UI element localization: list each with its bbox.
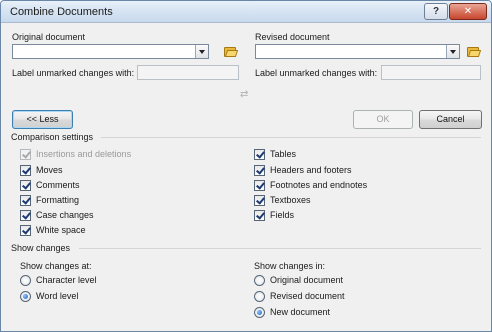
checkbox-box[interactable] [20,195,31,206]
checkbox-label: Insertions and deletions [36,149,132,159]
close-button[interactable]: ✕ [449,3,487,20]
folder-open-icon[interactable] [466,45,482,58]
radio-label: Original document [270,275,344,285]
checkbox-label: Moves [36,165,63,175]
show-changes-at-label: Show changes at: [20,261,92,271]
checkbox-label: Headers and footers [270,165,352,175]
revised-document-combo[interactable] [255,44,460,59]
revised-document-label: Revised document [255,32,330,42]
radio-button[interactable] [20,275,31,286]
chevron-down-icon[interactable] [446,45,459,58]
checkbox-box[interactable] [254,195,265,206]
checkbox-box[interactable] [254,165,265,176]
checkbox-box[interactable] [20,210,31,221]
radio-label: Character level [36,275,97,285]
combine-documents-dialog: Combine Documents ? ✕ Original document … [0,0,492,332]
show-changes-title: Show changes [11,243,71,253]
radio-button[interactable] [254,275,265,286]
radio-label: Word level [36,291,79,301]
cancel-button[interactable]: Cancel [419,110,482,129]
less-button[interactable]: << Less [12,110,73,129]
checkbox-box[interactable] [20,180,31,191]
radio-button[interactable] [254,291,265,302]
divider [79,248,481,249]
window-title: Combine Documents [10,6,113,18]
checkbox-label: White space [36,225,86,235]
checkbox-box[interactable] [20,149,31,160]
divider [101,137,481,138]
folder-open-icon[interactable] [223,45,239,58]
checkbox-label: Formatting [36,195,80,205]
checkbox-label: Footnotes and endnotes [270,180,368,190]
original-document-combo[interactable] [12,44,209,59]
radio-button[interactable] [254,307,265,318]
checkbox-label: Textboxes [270,195,311,205]
original-label-changes-field[interactable] [137,65,239,80]
revised-label-changes-field[interactable] [381,65,481,80]
checkbox-label: Tables [270,149,297,159]
checkbox-label: Fields [270,210,295,220]
revised-label-changes-label: Label unmarked changes with: [255,68,378,78]
original-document-label: Original document [12,32,86,42]
checkbox-box[interactable] [20,165,31,176]
swap-documents-icon[interactable]: ⇄ [240,90,252,102]
radio-label: Revised document [270,291,345,301]
original-label-changes-label: Label unmarked changes with: [12,68,135,78]
radio-button[interactable] [20,291,31,302]
chevron-down-icon[interactable] [195,45,208,58]
checkbox-box[interactable] [254,149,265,160]
title-bar: Combine Documents ? ✕ [1,1,491,23]
radio-label: New document [270,307,331,317]
checkbox-label: Case changes [36,210,94,220]
checkbox-label: Comments [36,180,80,190]
checkbox-box[interactable] [20,225,31,236]
help-button[interactable]: ? [424,3,448,20]
checkbox-box[interactable] [254,210,265,221]
show-changes-in-label: Show changes in: [254,261,326,271]
ok-button[interactable]: OK [353,110,413,129]
checkbox-box[interactable] [254,180,265,191]
comparison-settings-title: Comparison settings [11,132,94,142]
